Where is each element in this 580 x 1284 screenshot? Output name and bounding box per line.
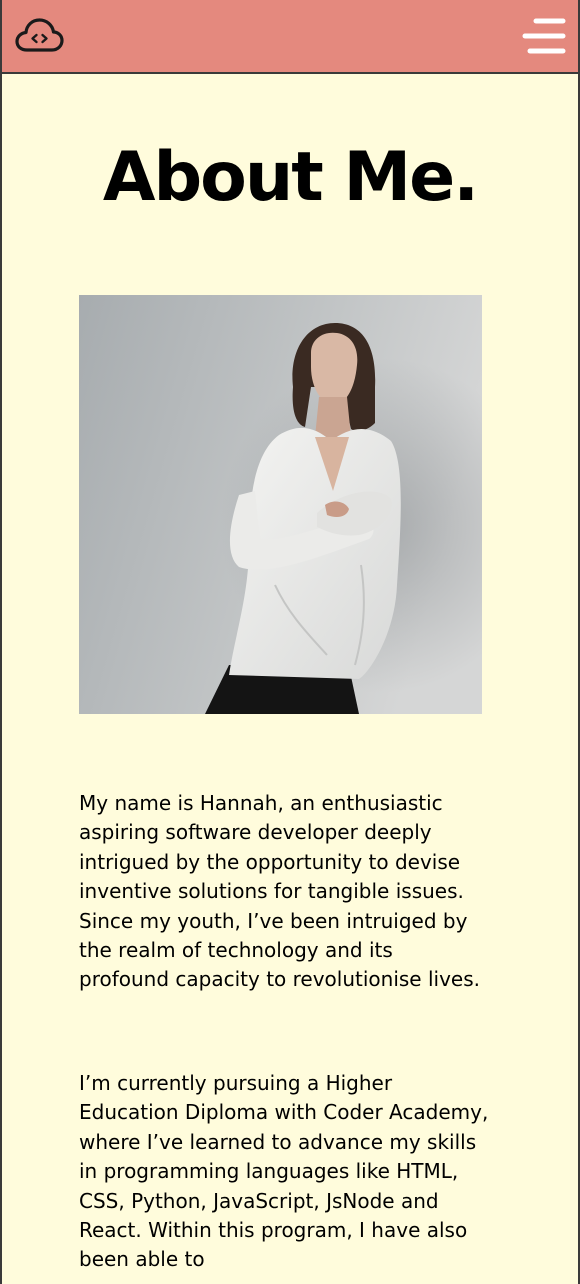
cloud-code-icon[interactable] xyxy=(14,16,64,56)
navbar xyxy=(2,0,578,74)
bio-paragraph-2: I’m currently pursuing a Higher Educatio… xyxy=(79,1071,489,1272)
hamburger-menu-icon[interactable] xyxy=(522,17,566,55)
page-title: About Me. xyxy=(102,138,479,217)
profile-photo xyxy=(79,295,482,714)
bio-paragraph-1: My name is Hannah, an enthusiastic aspir… xyxy=(79,791,480,992)
